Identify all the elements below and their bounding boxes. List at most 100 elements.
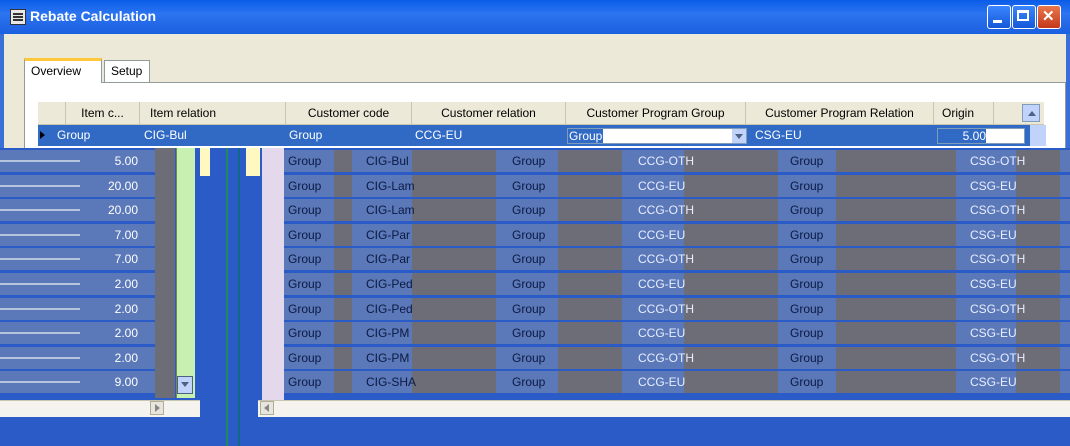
cell-program-group[interactable]: Group bbox=[790, 150, 823, 172]
table-row[interactable]: 20.00 Group CIG-Lam Group CCG-OTH Group CSG-OT… bbox=[0, 199, 1070, 222]
cell-item-code[interactable]: Group bbox=[288, 347, 321, 369]
cell-customer-relation[interactable]: CCG-OTH bbox=[638, 248, 694, 270]
cell-customer-relation[interactable]: CCG-OTH bbox=[638, 347, 694, 369]
cell-item-relation[interactable]: CIG-Lam bbox=[366, 175, 415, 197]
table-row[interactable]: 2.00 Group CIG-Ped Group CCG-OTH Group CSG-OTH bbox=[0, 297, 1070, 320]
cell-program-group[interactable]: Group bbox=[790, 371, 823, 393]
cell-item-code[interactable]: Group bbox=[288, 150, 321, 172]
cell-item-code[interactable]: Group bbox=[288, 322, 321, 344]
cell-customer-relation[interactable]: CCG-EU bbox=[638, 175, 685, 197]
cell-item-relation[interactable]: CIG-Bul bbox=[144, 125, 187, 146]
cell-program-relation[interactable]: CSG-OTH bbox=[970, 347, 1025, 369]
cell-program-relation[interactable]: CSG-EU bbox=[970, 273, 1017, 295]
table-row[interactable]: 2.00 Group CIG-Ped Group CCG-EU Group CSG-EU bbox=[0, 273, 1070, 295]
cell-customer-code[interactable]: Group bbox=[512, 248, 545, 270]
cell-customer-relation[interactable]: CCG-OTH bbox=[638, 298, 694, 320]
window-app-icon[interactable] bbox=[10, 9, 26, 25]
cell-item-code[interactable]: Group bbox=[288, 175, 321, 197]
dropdown-arrow-icon[interactable] bbox=[732, 129, 746, 143]
selected-table-row[interactable]: Group CIG-Bul Group CCG-EU CSG-EU bbox=[38, 125, 1044, 146]
cell-item-relation[interactable]: CIG-PM bbox=[366, 322, 409, 344]
cell-origin[interactable]: 9.00 bbox=[0, 371, 138, 393]
cell-customer-relation[interactable]: CCG-EU bbox=[415, 125, 462, 146]
cell-item-code[interactable]: Group bbox=[288, 199, 321, 221]
cell-program-relation[interactable]: CSG-EU bbox=[970, 322, 1017, 344]
cell-customer-program-relation[interactable]: CSG-EU bbox=[755, 125, 802, 146]
cell-item-relation[interactable]: CIG-Ped bbox=[366, 298, 413, 320]
table-row[interactable]: 7.00 Group CIG-Par Group CCG-OTH Group CSG-OTH bbox=[0, 248, 1070, 271]
horizontal-scrollbar-left[interactable] bbox=[0, 400, 200, 417]
table-row[interactable]: 7.00 Group CIG-Par Group CCG-EU Group CSG-EU bbox=[0, 223, 1070, 246]
table-row[interactable]: 2.00 Group CIG-PM Group CCG-EU Group CSG-EU bbox=[0, 322, 1070, 345]
cell-program-relation[interactable]: CSG-EU bbox=[970, 224, 1017, 246]
column-header-customer-relation[interactable]: Customer relation bbox=[412, 102, 566, 124]
cell-customer-code[interactable]: Group bbox=[512, 273, 545, 295]
cell-customer-code[interactable]: Group bbox=[512, 347, 545, 369]
column-header-item-code[interactable]: Item c... bbox=[66, 102, 140, 124]
cell-origin[interactable]: 2.00 bbox=[0, 273, 138, 295]
cell-program-group[interactable]: Group bbox=[790, 175, 823, 197]
cell-item-relation[interactable]: CIG-Bul bbox=[366, 150, 409, 172]
cell-program-group[interactable]: Group bbox=[790, 298, 823, 320]
cell-origin[interactable]: 20.00 bbox=[0, 175, 138, 197]
cell-program-relation[interactable]: CSG-OTH bbox=[970, 150, 1025, 172]
horizontal-scrollbar[interactable] bbox=[258, 400, 1070, 417]
cell-customer-relation[interactable]: CCG-EU bbox=[638, 322, 685, 344]
cell-customer-relation[interactable]: CCG-OTH bbox=[638, 150, 694, 172]
cell-origin[interactable]: 2.00 bbox=[0, 322, 138, 344]
cell-program-group[interactable]: Group bbox=[790, 248, 823, 270]
cell-origin[interactable]: 2.00 bbox=[0, 298, 138, 320]
cell-origin[interactable]: 5.00 bbox=[0, 150, 138, 172]
cell-item-relation[interactable]: CIG-Ped bbox=[366, 273, 413, 295]
cell-program-group[interactable]: Group bbox=[790, 224, 823, 246]
cell-origin[interactable]: 20.00 bbox=[0, 199, 138, 221]
cell-item-code[interactable]: Group bbox=[288, 273, 321, 295]
scroll-up-icon[interactable] bbox=[1022, 104, 1040, 122]
cell-program-group[interactable]: Group bbox=[790, 322, 823, 344]
cell-customer-code[interactable]: Group bbox=[512, 175, 545, 197]
cell-customer-code[interactable]: Group bbox=[512, 224, 545, 246]
cell-item-relation[interactable]: CIG-Par bbox=[366, 224, 410, 246]
column-header-customer-program-group[interactable]: Customer Program Group bbox=[566, 102, 746, 124]
cell-program-relation[interactable]: CSG-EU bbox=[970, 371, 1017, 393]
minimize-icon[interactable] bbox=[987, 5, 1011, 29]
vertical-scrollbar[interactable] bbox=[1030, 125, 1046, 146]
cell-program-relation[interactable]: CSG-EU bbox=[970, 175, 1017, 197]
cell-program-relation[interactable]: CSG-OTH bbox=[970, 298, 1025, 320]
cell-customer-code[interactable]: Group bbox=[512, 322, 545, 344]
column-header-item-relation[interactable]: Item relation bbox=[140, 102, 286, 124]
cell-customer-code[interactable]: Group bbox=[512, 150, 545, 172]
title-bar[interactable]: Rebate Calculation bbox=[0, 0, 1070, 34]
cell-customer-relation[interactable]: CCG-EU bbox=[638, 371, 685, 393]
cell-customer-code[interactable]: Group bbox=[512, 371, 545, 393]
cell-customer-code[interactable]: Group bbox=[512, 298, 545, 320]
tab-overview[interactable]: Overview bbox=[24, 58, 102, 83]
table-row[interactable]: 20.00 Group CIG-Lam Group CCG-EU Group CSG-EU bbox=[0, 174, 1070, 197]
cell-item-relation[interactable]: CIG-SHA bbox=[366, 371, 416, 393]
close-icon[interactable] bbox=[1037, 5, 1061, 29]
customer-program-group-combo[interactable]: Group bbox=[567, 128, 747, 144]
cell-item-code[interactable]: Group bbox=[288, 224, 321, 246]
cell-customer-code[interactable]: Group bbox=[289, 125, 322, 146]
cell-customer-relation[interactable]: CCG-EU bbox=[638, 273, 685, 295]
cell-item-code[interactable]: Group bbox=[288, 248, 321, 270]
cell-customer-code[interactable]: Group bbox=[512, 199, 545, 221]
cell-customer-relation[interactable]: CCG-OTH bbox=[638, 199, 694, 221]
scroll-left-icon[interactable] bbox=[260, 401, 274, 415]
cell-item-code[interactable]: Group bbox=[288, 371, 321, 393]
cell-item-code[interactable]: Group bbox=[57, 125, 90, 146]
cell-program-group[interactable]: Group bbox=[790, 347, 823, 369]
cell-origin[interactable]: 7.00 bbox=[0, 224, 138, 246]
cell-program-relation[interactable]: CSG-OTH bbox=[970, 248, 1025, 270]
cell-program-group[interactable]: Group bbox=[790, 199, 823, 221]
column-header-customer-code[interactable]: Customer code bbox=[286, 102, 412, 124]
maximize-icon[interactable] bbox=[1012, 5, 1036, 29]
cell-program-relation[interactable]: CSG-OTH bbox=[970, 199, 1025, 221]
cell-customer-relation[interactable]: CCG-EU bbox=[638, 224, 685, 246]
cell-item-code[interactable]: Group bbox=[288, 298, 321, 320]
column-header-customer-program-relation[interactable]: Customer Program Relation bbox=[746, 102, 934, 124]
table-row[interactable]: 5.00 Group CIG-Bul Group CCG-OTH Group CSG-OTH bbox=[0, 150, 1070, 172]
column-header-origin[interactable]: Origin bbox=[934, 102, 994, 124]
cell-origin[interactable]: 7.00 bbox=[0, 248, 138, 270]
cell-program-group[interactable]: Group bbox=[790, 273, 823, 295]
